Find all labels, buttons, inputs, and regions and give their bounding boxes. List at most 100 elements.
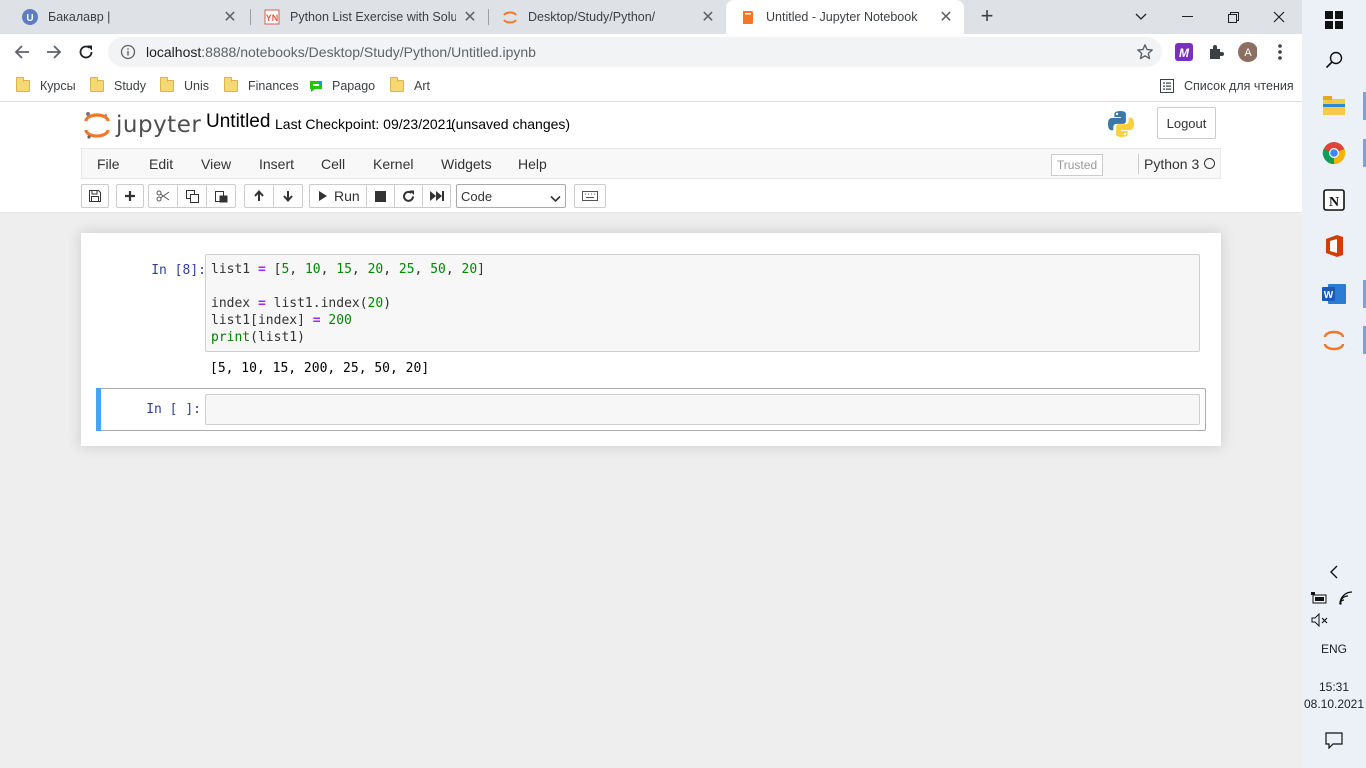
arrow-down-icon bbox=[283, 191, 293, 202]
extensions-puzzle-icon[interactable] bbox=[1206, 42, 1226, 62]
address-bar[interactable]: localhost:8888/notebooks/Desktop/Study/P… bbox=[108, 37, 1162, 67]
restart-run-all-button[interactable] bbox=[422, 184, 451, 208]
restore-icon[interactable] bbox=[1210, 0, 1256, 34]
move-down-button[interactable] bbox=[273, 184, 303, 208]
clock-date[interactable]: 08.10.2021 bbox=[1302, 697, 1366, 711]
menu-widgets[interactable]: Widgets bbox=[441, 156, 492, 172]
cell-type-select[interactable]: Code bbox=[456, 184, 566, 208]
bookmark-label: Papago bbox=[332, 79, 376, 93]
interrupt-button[interactable] bbox=[366, 184, 395, 208]
search-icon[interactable] bbox=[1322, 48, 1346, 72]
close-icon[interactable]: ✕ bbox=[222, 9, 238, 26]
info-icon[interactable] bbox=[120, 44, 136, 60]
kernel-name[interactable]: Python 3 bbox=[1144, 156, 1199, 172]
bookmarks-bar: Курсы Study Unis Finances Papago Art Спи… bbox=[0, 70, 1302, 102]
input-prompt: In [ ]: bbox=[146, 402, 201, 417]
close-icon[interactable]: ✕ bbox=[462, 9, 478, 26]
paste-button[interactable] bbox=[206, 184, 236, 208]
word-icon[interactable]: W bbox=[1322, 282, 1346, 306]
reading-list[interactable]: Список для чтения bbox=[1160, 76, 1294, 96]
trusted-indicator[interactable]: Trusted bbox=[1051, 154, 1103, 176]
jupyter-taskbar-icon[interactable] bbox=[1322, 328, 1346, 352]
tab-untitled-notebook[interactable]: Untitled - Jupyter Notebook ✕ bbox=[726, 0, 964, 34]
back-icon[interactable] bbox=[8, 39, 36, 65]
svg-text:YN: YN bbox=[266, 13, 279, 23]
profile-initial: A bbox=[1244, 47, 1252, 59]
copy-button[interactable] bbox=[177, 184, 207, 208]
logout-button[interactable]: Logout bbox=[1157, 107, 1216, 139]
menu-insert[interactable]: Insert bbox=[259, 156, 294, 172]
tab-search-icon[interactable] bbox=[1118, 0, 1164, 34]
reload-icon[interactable] bbox=[72, 39, 100, 65]
close-icon[interactable]: ✕ bbox=[700, 9, 716, 26]
menu-view[interactable]: View bbox=[201, 156, 231, 172]
wifi-icon[interactable] bbox=[1334, 586, 1358, 610]
plus-icon bbox=[125, 191, 135, 201]
notebook-name[interactable]: Untitled bbox=[206, 111, 270, 133]
bookmark-art[interactable]: Art bbox=[390, 76, 430, 96]
notion-icon[interactable]: N bbox=[1322, 188, 1346, 212]
extension-m-icon[interactable]: M bbox=[1174, 42, 1194, 62]
menu-kernel[interactable]: Kernel bbox=[373, 156, 413, 172]
folder-icon bbox=[390, 77, 404, 92]
menu-help[interactable]: Help bbox=[518, 156, 547, 172]
language-indicator[interactable]: ENG bbox=[1302, 642, 1366, 656]
bookmark-unis[interactable]: Unis bbox=[160, 76, 209, 96]
tab-bakalavr[interactable]: U Бакалавр | ✕ bbox=[8, 0, 248, 34]
menu-edit[interactable]: Edit bbox=[149, 156, 173, 172]
close-window-icon[interactable] bbox=[1256, 0, 1302, 34]
folder-icon bbox=[90, 77, 104, 92]
code-cell-selected[interactable]: In [ ]: bbox=[96, 388, 1206, 431]
code-text: list1 = [5, 10, 15, 20, 25, 50, 20] inde… bbox=[211, 262, 485, 345]
command-palette-button[interactable] bbox=[574, 184, 606, 208]
run-button[interactable]: Run bbox=[309, 184, 367, 208]
chrome-menu-icon[interactable] bbox=[1270, 42, 1290, 62]
show-hidden-icons-icon[interactable] bbox=[1322, 560, 1346, 584]
bookmark-star-icon[interactable] bbox=[1136, 43, 1154, 61]
notifications-icon[interactable] bbox=[1322, 728, 1346, 752]
notebook-site: In [8]: list1 = [5, 10, 15, 20, 25, 50, … bbox=[0, 213, 1302, 768]
tab-jupyter-tree[interactable]: Desktop/Study/Python/ ✕ bbox=[488, 0, 726, 34]
tab-pynative[interactable]: YN Python List Exercise with Solution ✕ bbox=[250, 0, 488, 34]
minimize-icon[interactable] bbox=[1164, 0, 1210, 34]
insert-cell-button[interactable] bbox=[116, 184, 144, 208]
bookmark-label: Unis bbox=[184, 79, 210, 93]
jupyter-header: jupyter Untitled Last Checkpoint: 09/23/… bbox=[0, 102, 1302, 148]
papago-icon bbox=[308, 78, 324, 94]
mute-icon[interactable] bbox=[1308, 608, 1332, 632]
save-button[interactable] bbox=[81, 184, 109, 208]
url-text: localhost:8888/notebooks/Desktop/Study/P… bbox=[146, 44, 536, 60]
menu-cell[interactable]: Cell bbox=[321, 156, 345, 172]
jupyter-logo[interactable]: jupyter bbox=[84, 108, 201, 142]
cut-button[interactable] bbox=[148, 184, 178, 208]
notebook-container: In [8]: list1 = [5, 10, 15, 20, 25, 50, … bbox=[81, 233, 1221, 446]
chrome-icon[interactable] bbox=[1322, 141, 1346, 165]
bookmark-finances[interactable]: Finances bbox=[224, 76, 299, 96]
bookmark-label: Study bbox=[114, 79, 146, 93]
forward-icon[interactable] bbox=[40, 39, 68, 65]
code-editor[interactable] bbox=[205, 394, 1200, 425]
menu-file[interactable]: File bbox=[97, 156, 120, 172]
new-tab-button[interactable]: + bbox=[976, 5, 998, 28]
file-explorer-icon[interactable] bbox=[1322, 94, 1346, 118]
play-icon bbox=[319, 191, 327, 201]
tab-title: Desktop/Study/Python/ bbox=[528, 10, 656, 24]
move-up-button[interactable] bbox=[244, 184, 274, 208]
bookmark-papago[interactable]: Papago bbox=[308, 76, 375, 96]
close-icon[interactable]: ✕ bbox=[938, 9, 954, 26]
windows-start-icon[interactable] bbox=[1322, 8, 1346, 32]
code-editor[interactable]: list1 = [5, 10, 15, 20, 25, 50, 20] inde… bbox=[205, 254, 1200, 352]
bookmark-kursy[interactable]: Курсы bbox=[16, 76, 76, 96]
input-prompt: In [8]: bbox=[151, 263, 206, 278]
profile-avatar[interactable]: A bbox=[1237, 42, 1257, 62]
python-logo-icon bbox=[1106, 109, 1136, 139]
svg-text:U: U bbox=[26, 13, 33, 24]
clock-time[interactable]: 15:31 bbox=[1302, 680, 1366, 694]
pynative-icon: YN bbox=[264, 9, 280, 25]
kernel-idle-icon bbox=[1204, 158, 1215, 169]
restart-button[interactable] bbox=[394, 184, 423, 208]
office-icon[interactable] bbox=[1322, 234, 1346, 258]
battery-icon[interactable] bbox=[1308, 586, 1332, 610]
code-cell[interactable]: In [8]: list1 = [5, 10, 15, 20, 25, 50, … bbox=[96, 248, 1206, 383]
bookmark-study[interactable]: Study bbox=[90, 76, 146, 96]
